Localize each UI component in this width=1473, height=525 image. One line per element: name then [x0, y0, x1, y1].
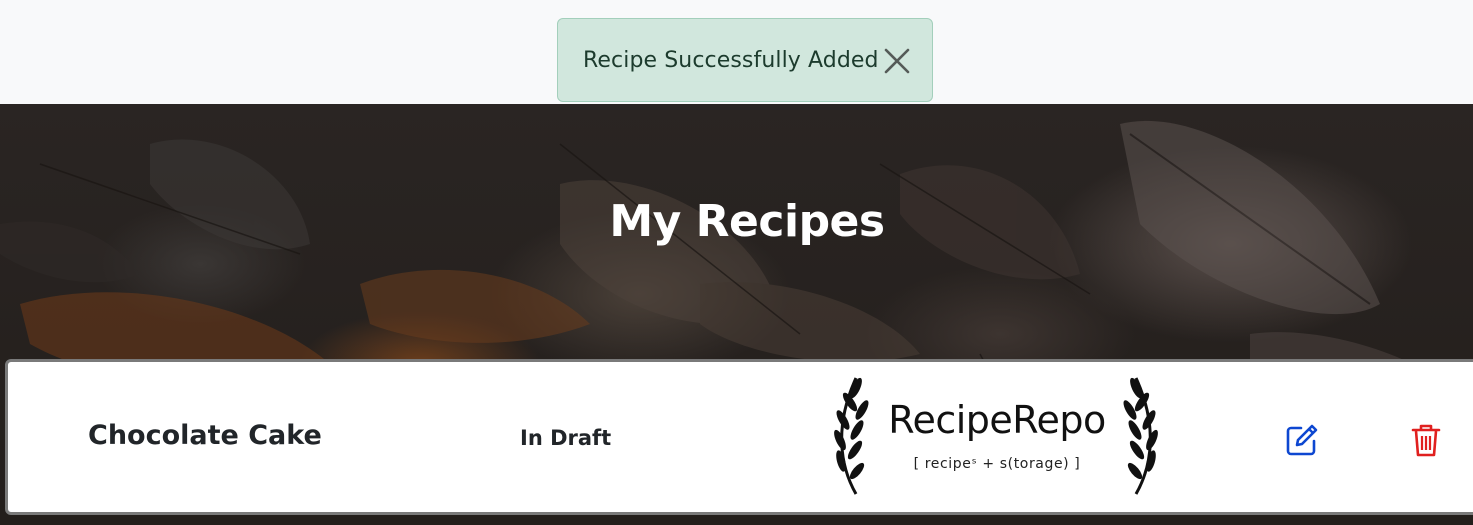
close-icon[interactable] [882, 46, 912, 76]
success-toast: Recipe Successfully Added [557, 18, 933, 102]
toast-message: Recipe Successfully Added [583, 47, 879, 73]
logo-title: RecipeRepo [888, 398, 1106, 442]
reciperepo-logo: RecipeRepo [ recipeˢ + s(torage) ] [826, 376, 1166, 498]
recipe-name[interactable]: Chocolate Cake [88, 420, 322, 451]
pencil-square-icon [1286, 424, 1318, 456]
recipe-card: Chocolate Cake In Draft RecipeRepo [rec… [5, 359, 1473, 515]
trash-icon [1411, 424, 1441, 457]
delete-button[interactable] [1410, 422, 1442, 458]
edit-button[interactable] [1285, 423, 1319, 457]
logo-subtitle: [ recipeˢ + s(torage) ] [913, 456, 1081, 472]
recipe-status: In Draft [520, 426, 612, 450]
page-title: My Recipes [609, 196, 885, 247]
